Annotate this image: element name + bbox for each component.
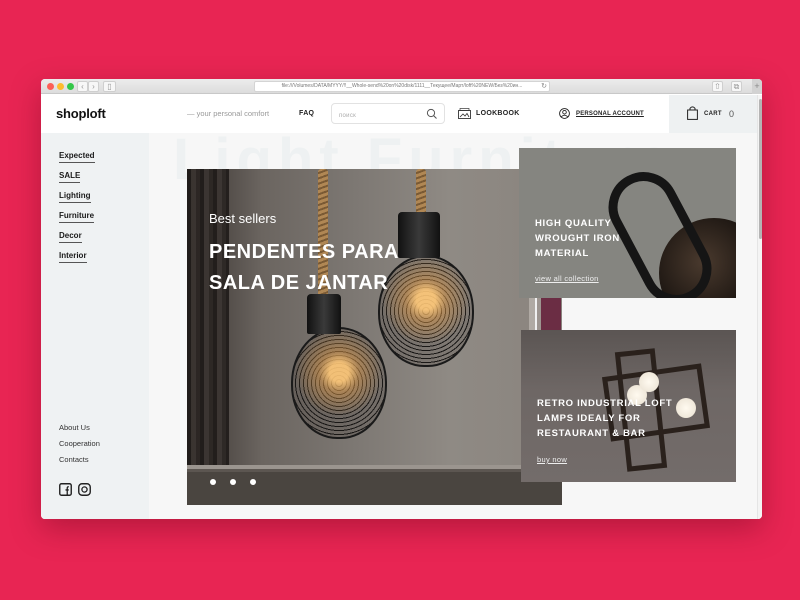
tabs-overview-button[interactable]: ⧉ (731, 81, 742, 92)
hero-subtitle: Best sellers (209, 211, 277, 226)
forward-button[interactable]: › (88, 81, 99, 92)
buy-now-link[interactable]: buy now (537, 455, 567, 464)
hero-slider[interactable]: Best sellers PENDENTES PARA SALA DE JANT… (187, 169, 562, 505)
slider-dot-2[interactable] (230, 479, 236, 485)
browser-titlebar: ‹ › ▯ file:///Volumes/DATA/MYYY/!!__Whol… (41, 79, 762, 94)
cart-label: CART (704, 111, 722, 117)
minimize-window-button[interactable] (57, 83, 64, 90)
share-button[interactable]: ⇧ (712, 81, 723, 92)
slider-dot-1[interactable] (210, 479, 216, 485)
category-link-lighting[interactable]: Lighting (59, 191, 91, 203)
category-sidebar: Expected SALE Lighting Furniture Decor I… (41, 133, 149, 519)
page-content: Light Furniture shoploft — your personal… (41, 95, 762, 519)
facebook-icon[interactable] (59, 483, 72, 496)
url-text: file:///Volumes/DATA/MYYY/!!__Whole-send… (281, 83, 523, 89)
about-us-link[interactable]: About Us (59, 423, 90, 432)
lookbook-label: LOOKBOOK (476, 110, 520, 117)
category-link-interior[interactable]: Interior (59, 251, 87, 263)
search-icon[interactable] (426, 108, 438, 120)
cooperation-link[interactable]: Cooperation (59, 439, 100, 448)
site-logo[interactable]: shoploft (56, 106, 106, 121)
decor-image-strip (529, 298, 561, 330)
faq-link[interactable]: FAQ (299, 110, 314, 117)
sidebar-toggle-button[interactable]: ▯ (103, 81, 116, 92)
category-link-expected[interactable]: Expected (59, 151, 95, 163)
search-input[interactable] (332, 106, 422, 126)
scrollbar-thumb[interactable] (759, 99, 762, 239)
instagram-icon[interactable] (78, 483, 91, 496)
promo-card-title: RETRO INDUSTRIAL LOFT LAMPS IDEALY FOR R… (537, 398, 673, 439)
tagline: — your personal comfort (187, 109, 270, 118)
back-button[interactable]: ‹ (77, 81, 88, 92)
category-link-furniture[interactable]: Furniture (59, 211, 95, 223)
personal-account-label: PERSONAL ACCOUNT (576, 110, 644, 117)
promo-card-title: HIGH QUALITY WROUGHT IRON MATERIAL (535, 218, 620, 259)
search-box (331, 103, 445, 126)
card-image-bulb (639, 372, 659, 392)
page-scrollbar[interactable] (757, 95, 762, 519)
cart-button[interactable]: CART 0 (669, 95, 757, 133)
category-link-sale[interactable]: SALE (59, 171, 81, 183)
new-tab-button[interactable]: + (752, 79, 762, 94)
user-icon (559, 108, 570, 119)
view-all-collection-link[interactable]: view all collection (535, 274, 599, 283)
browser-window: ‹ › ▯ file:///Volumes/DATA/MYYY/!!__Whol… (41, 79, 762, 519)
site-header: shoploft — your personal comfort FAQ LOO… (41, 95, 757, 133)
personal-account-link[interactable]: PERSONAL ACCOUNT (559, 108, 644, 119)
lookbook-link[interactable]: LOOKBOOK (458, 108, 520, 119)
close-window-button[interactable] (47, 83, 54, 90)
lookbook-icon (458, 108, 471, 119)
category-link-decor[interactable]: Decor (59, 231, 82, 243)
shopping-bag-icon (687, 106, 698, 120)
reload-icon[interactable]: ↻ (541, 82, 547, 91)
hero-image-pendant-lamp (291, 327, 387, 439)
cart-count: 0 (729, 109, 735, 119)
zoom-window-button[interactable] (67, 83, 74, 90)
slider-dot-3[interactable] (250, 479, 256, 485)
contacts-link[interactable]: Contacts (59, 455, 89, 464)
hero-image-wall (187, 465, 562, 505)
promo-card-iron[interactable]: HIGH QUALITY WROUGHT IRON MATERIAL view … (519, 148, 736, 298)
promo-card-loft-lamps[interactable]: RETRO INDUSTRIAL LOFT LAMPS IDEALY FOR R… (521, 330, 736, 482)
hero-image-lamp-socket (307, 294, 341, 334)
slider-pagination (210, 479, 256, 485)
address-bar[interactable]: file:///Volumes/DATA/MYYY/!!__Whole-send… (254, 81, 550, 92)
hero-title: PENDENTES PARA SALA DE JANTAR (209, 241, 399, 294)
